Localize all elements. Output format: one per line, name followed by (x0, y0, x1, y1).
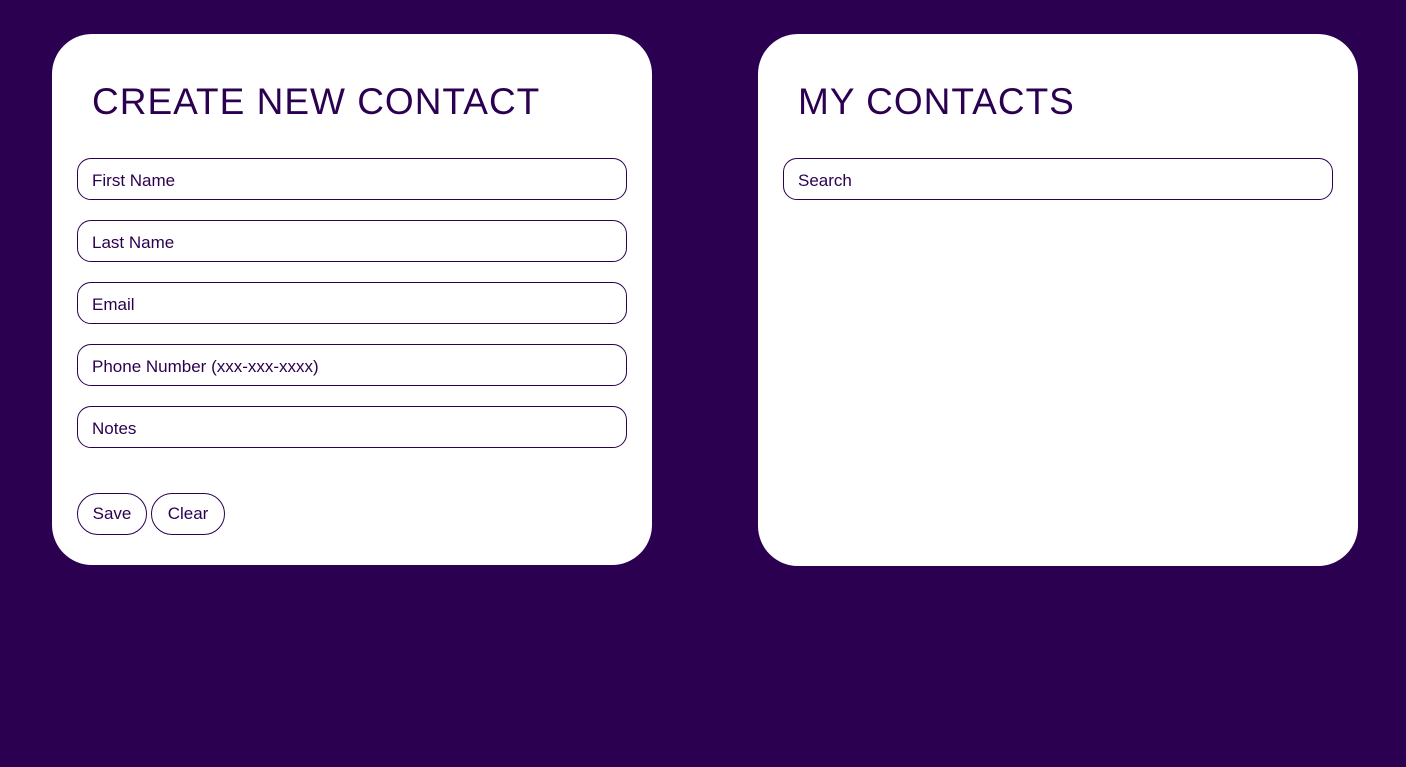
search-input[interactable] (784, 159, 1332, 199)
last-name-input[interactable] (78, 221, 626, 261)
email-field[interactable] (77, 282, 627, 324)
contacts-list (783, 214, 1333, 534)
create-contact-title: CREATE NEW CONTACT (92, 81, 541, 122)
first-name-input[interactable] (78, 159, 626, 199)
clear-button[interactable]: Clear (151, 493, 225, 535)
phone-input[interactable] (78, 345, 626, 385)
notes-field[interactable] (77, 406, 627, 448)
first-name-field[interactable] (77, 158, 627, 200)
email-input[interactable] (78, 283, 626, 323)
search-field[interactable] (783, 158, 1333, 200)
my-contacts-panel: MY CONTACTS (758, 34, 1358, 566)
notes-input[interactable] (78, 407, 626, 447)
my-contacts-title: MY CONTACTS (798, 81, 1075, 122)
save-button[interactable]: Save (77, 493, 147, 535)
phone-field[interactable] (77, 344, 627, 386)
create-contact-panel: CREATE NEW CONTACT Save Clear (52, 34, 652, 565)
last-name-field[interactable] (77, 220, 627, 262)
